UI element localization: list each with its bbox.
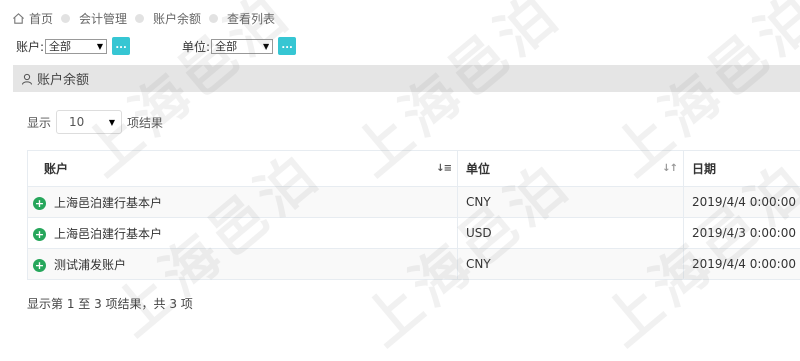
cell-date: 2019/4/3 0:00:00 <box>684 218 800 249</box>
breadcrumb-separator <box>61 14 70 23</box>
column-header-date-label: 日期 <box>692 162 716 176</box>
panel-header: 账户余额 <box>13 65 800 92</box>
breadcrumb-accounting[interactable]: 会计管理 <box>79 10 127 27</box>
table-header-row: 账户 ↓≡ 单位 ↓↑ 日期 <box>28 151 800 187</box>
cell-unit: CNY <box>458 249 684 280</box>
breadcrumb: 首页 会计管理 账户余额 查看列表 <box>12 9 275 27</box>
chevron-down-icon: ▼ <box>263 42 269 51</box>
breadcrumb-home[interactable]: 首页 <box>12 10 53 27</box>
column-header-unit[interactable]: 单位 ↓↑ <box>458 151 684 187</box>
account-balance-table: 账户 ↓≡ 单位 ↓↑ 日期 + 上海邑泊建行基本户 CNY 2019/4/4 0… <box>27 150 800 280</box>
breadcrumb-view-list: 查看列表 <box>227 10 275 27</box>
length-prefix: 显示 <box>27 114 51 131</box>
expand-row-icon[interactable]: + <box>33 228 46 241</box>
column-header-account[interactable]: 账户 ↓≡ <box>28 151 458 187</box>
chevron-down-icon: ▼ <box>97 42 103 51</box>
chevron-down-icon: ▼ <box>109 118 115 127</box>
breadcrumb-separator <box>135 14 144 23</box>
cell-account: + 测试浦发账户 <box>28 249 458 280</box>
sort-icon: ↓↑ <box>662 163 677 174</box>
table-row: + 测试浦发账户 CNY 2019/4/4 0:00:00 <box>28 249 800 280</box>
account-name: 上海邑泊建行基本户 <box>54 227 162 241</box>
table-row: + 上海邑泊建行基本户 CNY 2019/4/4 0:00:00 <box>28 187 800 218</box>
unit-select-value: 全部 <box>215 38 237 54</box>
page-length-value: 10 <box>69 115 84 129</box>
cell-account: + 上海邑泊建行基本户 <box>28 187 458 218</box>
table-row: + 上海邑泊建行基本户 USD 2019/4/3 0:00:00 <box>28 218 800 249</box>
account-filter-label: 账户: <box>16 38 44 55</box>
filter-bar: 账户: 全部 ▼ ... 单位: 全部 ▼ ... <box>16 37 296 55</box>
unit-filter: 单位: 全部 ▼ ... <box>182 37 296 55</box>
column-header-date[interactable]: 日期 <box>684 151 800 187</box>
panel-title: 账户余额 <box>37 69 89 88</box>
cell-unit: USD <box>458 218 684 249</box>
user-icon <box>21 73 33 85</box>
length-suffix: 项结果 <box>127 114 163 131</box>
cell-account: + 上海邑泊建行基本户 <box>28 218 458 249</box>
cell-date: 2019/4/4 0:00:00 <box>684 187 800 218</box>
breadcrumb-account-balance[interactable]: 账户余额 <box>153 10 201 27</box>
table-info: 显示第 1 至 3 项结果，共 3 项 <box>27 295 193 312</box>
account-name: 测试浦发账户 <box>54 258 126 272</box>
unit-filter-label: 单位: <box>182 38 210 55</box>
account-select-value: 全部 <box>49 38 71 54</box>
unit-picker-button[interactable]: ... <box>278 37 296 55</box>
expand-row-icon[interactable]: + <box>33 197 46 210</box>
breadcrumb-home-label: 首页 <box>29 10 53 27</box>
account-name: 上海邑泊建行基本户 <box>54 196 162 210</box>
column-header-unit-label: 单位 <box>466 162 490 176</box>
expand-row-icon[interactable]: + <box>33 259 46 272</box>
sort-asc-icon: ↓≡ <box>436 163 451 174</box>
breadcrumb-separator <box>209 14 218 23</box>
home-icon <box>12 12 25 25</box>
account-select[interactable]: 全部 ▼ <box>45 39 107 54</box>
page-length-select[interactable]: 10 ▼ <box>56 110 122 134</box>
account-picker-button[interactable]: ... <box>112 37 130 55</box>
page-length-control: 显示 10 ▼ 项结果 <box>27 110 163 134</box>
cell-unit: CNY <box>458 187 684 218</box>
cell-date: 2019/4/4 0:00:00 <box>684 249 800 280</box>
account-filter: 账户: 全部 ▼ ... <box>16 37 130 55</box>
column-header-account-label: 账户 <box>44 162 68 176</box>
unit-select[interactable]: 全部 ▼ <box>211 39 273 54</box>
